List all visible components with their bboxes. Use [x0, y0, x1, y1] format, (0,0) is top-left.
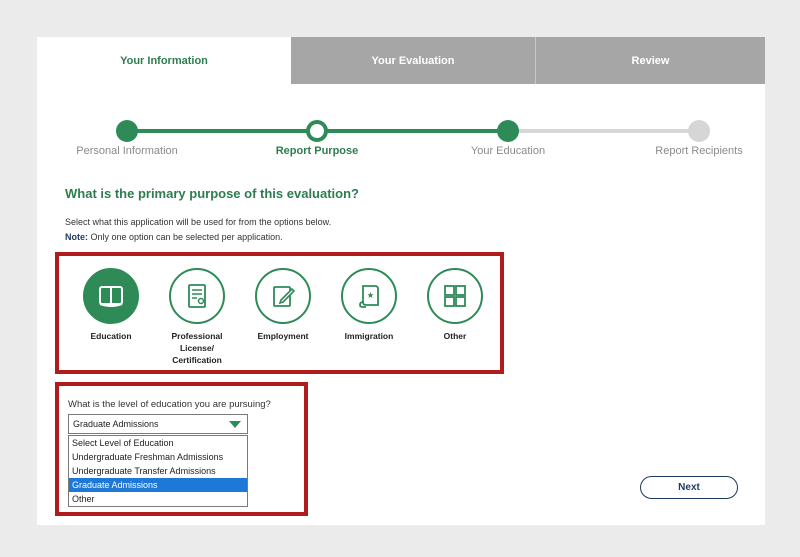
- dropdown-option-undergraduate-freshman[interactable]: Undergraduate Freshman Admissions: [69, 450, 247, 464]
- note-line: Note: Only one option can be selected pe…: [65, 230, 331, 245]
- tab-your-evaluation[interactable]: Your Evaluation: [291, 37, 536, 84]
- option-professional-license-label: Professional License/ Certification: [171, 331, 223, 365]
- option-immigration[interactable]: Immigration: [331, 268, 407, 342]
- step-dot-report-recipients: [688, 120, 710, 142]
- step-dot-report-purpose: [306, 120, 328, 142]
- next-button[interactable]: Next: [640, 476, 738, 499]
- scroll-icon: [359, 285, 379, 308]
- option-employment-circle[interactable]: [255, 268, 311, 324]
- dropdown-option-other[interactable]: Other: [69, 492, 247, 506]
- step-label-personal-information: Personal Information: [76, 145, 178, 157]
- instruction-text: Select what this application will be use…: [65, 217, 332, 227]
- option-immigration-label: Immigration: [344, 331, 394, 341]
- education-level-selected-value: Graduate Admissions: [73, 419, 159, 429]
- option-education-label: Education: [90, 331, 132, 341]
- note-text: Only one option can be selected per appl…: [88, 232, 283, 242]
- education-level-select[interactable]: Graduate Admissions: [68, 414, 248, 434]
- step-label-your-education: Your Education: [470, 145, 546, 157]
- dropdown-option-graduate-admissions[interactable]: Graduate Admissions: [69, 478, 247, 492]
- note-label: Note:: [65, 232, 88, 242]
- book-icon: [99, 286, 123, 307]
- purpose-heading: What is the primary purpose of this eval…: [65, 186, 359, 201]
- education-level-highlight: What is the level of education you are p…: [55, 382, 308, 516]
- option-employment-label: Employment: [257, 331, 309, 341]
- purpose-instructions: Select what this application will be use…: [65, 215, 331, 245]
- dropdown-option-undergraduate-transfer[interactable]: Undergraduate Transfer Admissions: [69, 464, 247, 478]
- step-label-report-recipients: Report Recipients: [655, 145, 743, 157]
- step-dot-your-education: [497, 120, 519, 142]
- top-tabs: Your Information Your Evaluation Review: [37, 37, 765, 84]
- grid-icon: [444, 285, 466, 307]
- chevron-down-icon[interactable]: [229, 421, 241, 428]
- option-other[interactable]: Other: [417, 268, 493, 342]
- progress-track-pending: [508, 129, 699, 133]
- option-employment[interactable]: Employment: [245, 268, 321, 342]
- option-immigration-circle[interactable]: [341, 268, 397, 324]
- dropdown-option-select-level[interactable]: Select Level of Education: [69, 436, 247, 450]
- tab-review[interactable]: Review: [536, 37, 765, 84]
- option-other-circle[interactable]: [427, 268, 483, 324]
- option-other-label: Other: [443, 331, 467, 341]
- edit-document-icon: [273, 286, 296, 307]
- step-label-report-purpose: Report Purpose: [275, 145, 359, 157]
- education-level-dropdown: Select Level of Education Undergraduate …: [68, 435, 248, 507]
- step-dot-personal-information: [116, 120, 138, 142]
- certificate-icon: [188, 284, 206, 308]
- option-education[interactable]: Education: [73, 268, 149, 342]
- purpose-options-highlight: Education Professional License/ Certific…: [55, 252, 504, 374]
- option-professional-license-circle[interactable]: [169, 268, 225, 324]
- option-education-circle[interactable]: [83, 268, 139, 324]
- application-card: Your Information Your Evaluation Review …: [37, 37, 765, 525]
- option-professional-license[interactable]: Professional License/ Certification: [159, 268, 235, 366]
- tab-your-information[interactable]: Your Information: [37, 37, 291, 84]
- education-level-question: What is the level of education you are p…: [68, 399, 271, 410]
